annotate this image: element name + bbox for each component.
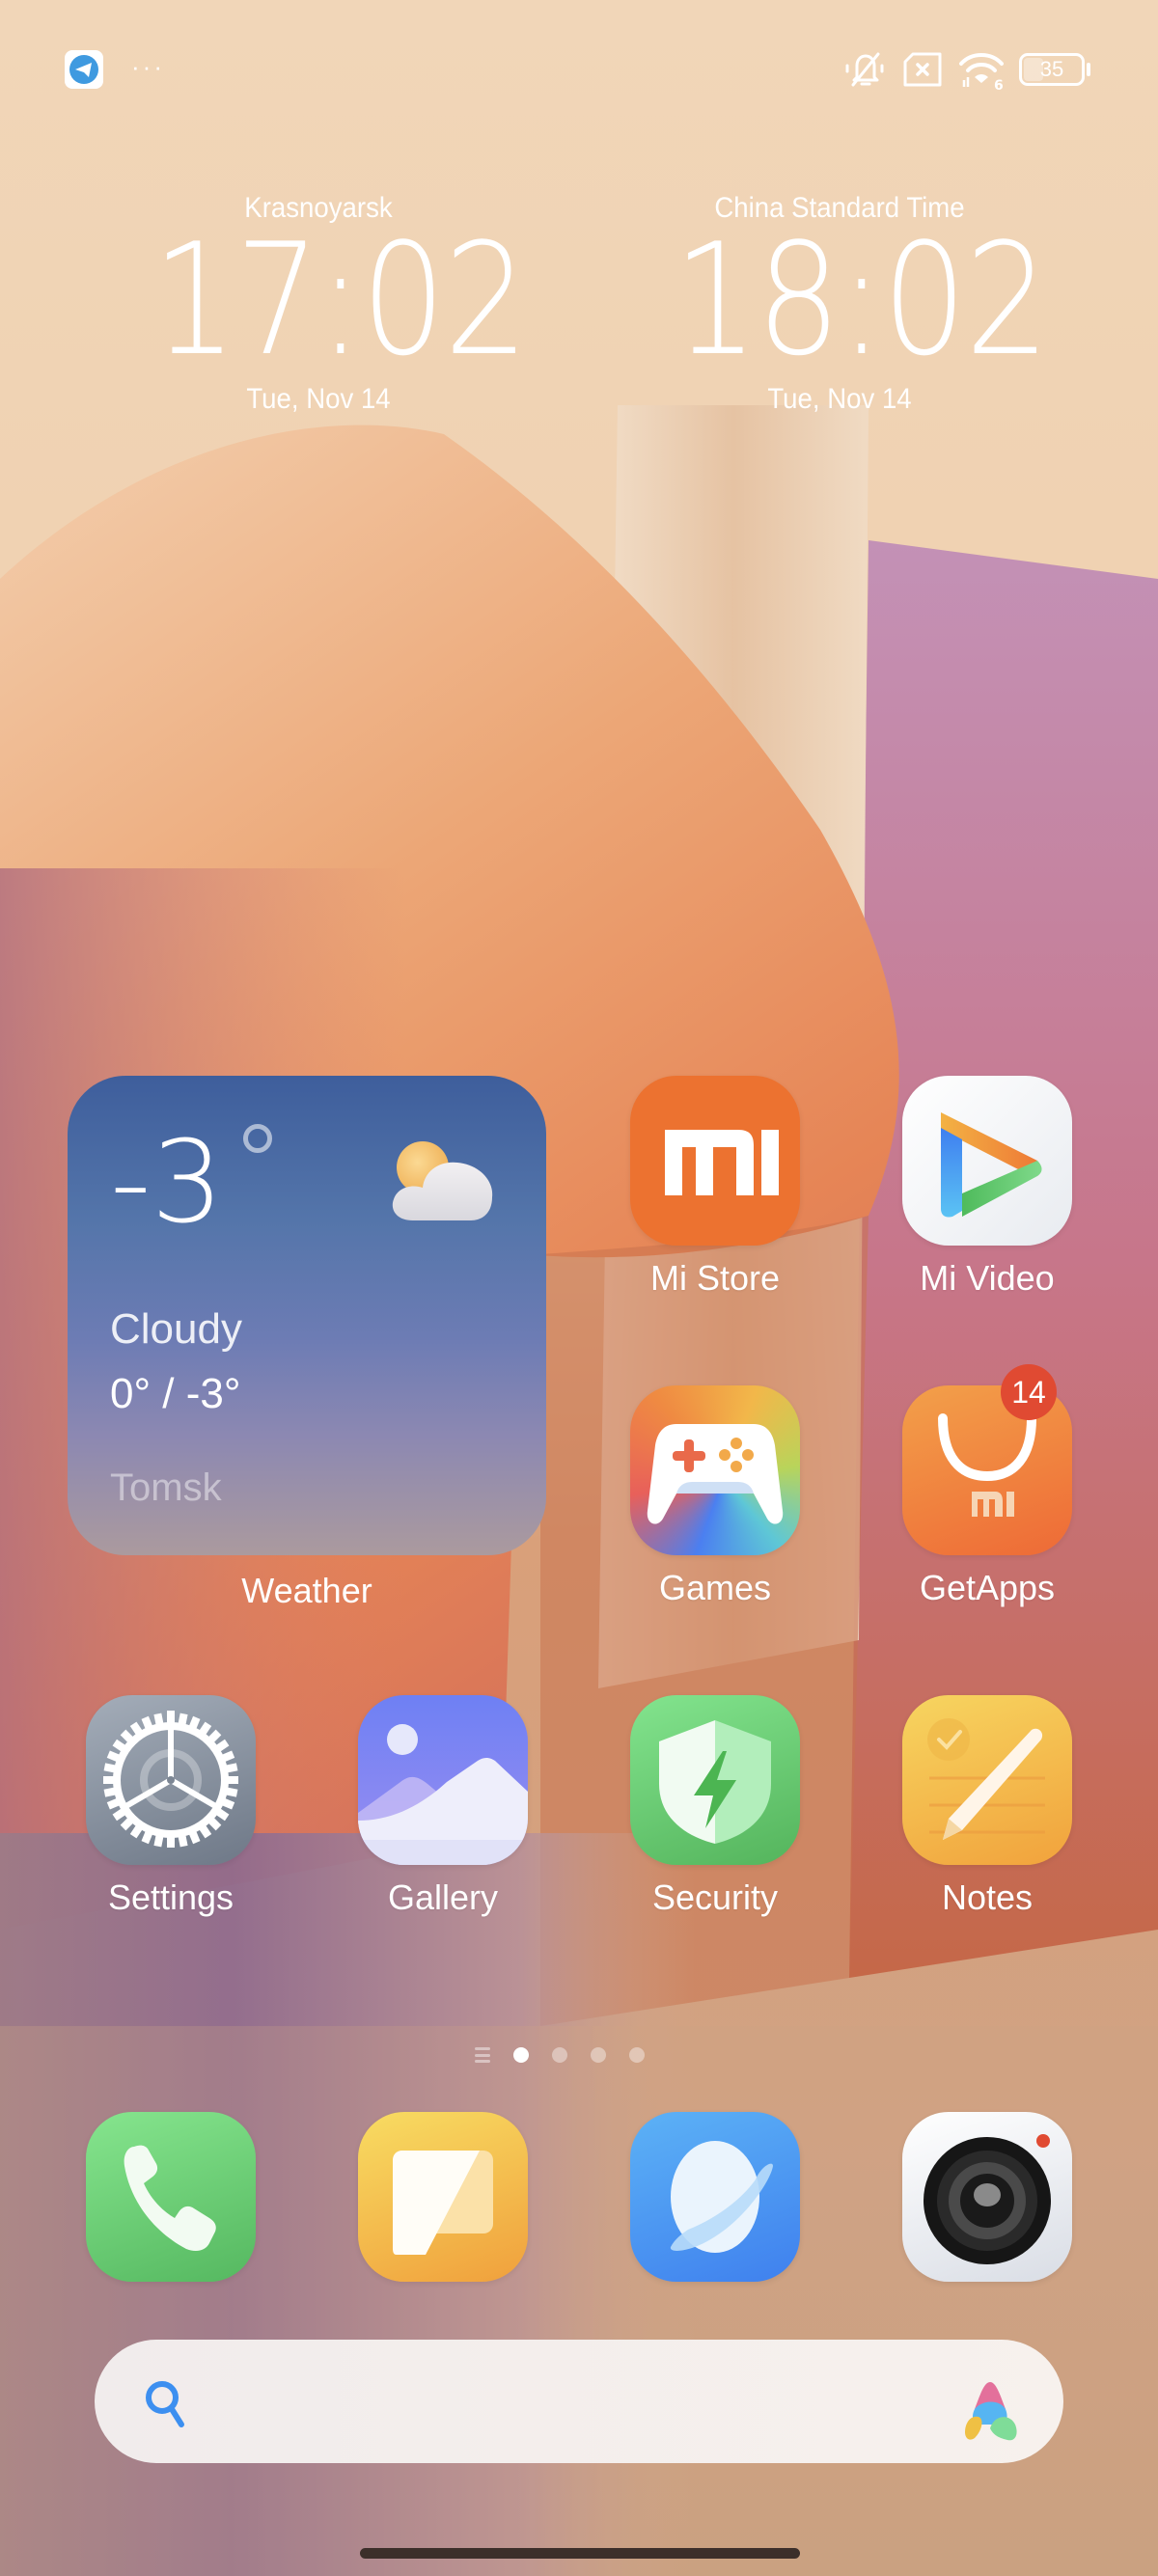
settings-icon [103,1711,238,1848]
more-notifications-icon: ··· [131,52,165,81]
security-icon [659,1720,771,1844]
messaging-icon [393,2151,493,2255]
system-icons: 6 35 [843,48,1090,91]
weather-condition: Cloudy [110,1305,242,1353]
dock-phone[interactable] [55,2112,287,2282]
page-dot-1[interactable] [513,2047,529,2063]
app-list-icon[interactable] [475,2047,490,2063]
phone-icon [124,2145,216,2251]
app-label: GetApps [919,1568,1056,1607]
status-bar: ··· 6 35 [0,48,1158,91]
weather-widget[interactable]: -3 Cloudy 0° / -3° Tomsk [68,1076,546,1555]
clock-time: 17:02 [152,209,529,390]
app-label: Mi Video [920,1258,1055,1298]
clock-date: Tue, Nov 14 [246,383,391,415]
app-label: Mi Store [649,1258,781,1298]
clock-date: Tue, Nov 14 [767,383,912,415]
page-indicator[interactable] [0,2043,1158,2067]
app-label: Security [651,1877,779,1917]
battery-level: 35 [1039,57,1064,81]
app-getapps[interactable]: 14 GetApps [871,1364,1103,1609]
camera-icon [924,2134,1051,2264]
page-dot-3[interactable] [591,2047,606,2063]
clock-krasnoyarsk[interactable]: Krasnoyarsk 17:02 Tue, Nov 14 [125,189,529,419]
page-dot-4[interactable] [629,2047,645,2063]
app-mi-store[interactable]: Mi Store [599,1076,831,1300]
dock-camera[interactable] [871,2112,1103,2282]
mi-video-icon [941,1112,1042,1218]
partly-cloudy-icon [392,1141,493,1220]
weather-widget-label: Weather [241,1571,372,1610]
svg-text:6: 6 [994,78,1004,91]
app-mi-video[interactable]: Mi Video [871,1076,1103,1300]
dock-browser[interactable] [599,2112,831,2282]
app-label: Games [658,1568,772,1607]
wifi-6-icon: 6 [959,53,1004,91]
mi-store-icon [665,1130,779,1195]
no-sim-icon [903,52,942,87]
degree-symbol [243,1124,272,1153]
app-security[interactable]: Security [599,1695,831,1919]
weather-location: Tomsk [110,1466,222,1509]
clock-time: 18:02 [674,209,1050,390]
silent-mode-icon [845,52,884,87]
page-dot-2[interactable] [552,2047,567,2063]
weather-range: 0° / -3° [110,1370,241,1417]
dock-messaging[interactable] [327,2112,559,2282]
clock-china[interactable]: China Standard Time 18:02 Tue, Nov 14 [647,189,1050,419]
home-indicator[interactable] [360,2548,800,2559]
gallery-icon [358,1724,528,1865]
browser-icon [670,2141,773,2253]
games-icon [647,1424,784,1524]
assistant-icon[interactable] [955,2380,1025,2442]
app-label: Gallery [387,1877,499,1917]
app-games[interactable]: Games [599,1385,831,1609]
app-gallery[interactable]: Gallery [327,1695,559,1919]
weather-temperature: -3 [110,1115,224,1248]
notes-icon [927,1718,1045,1840]
app-notes[interactable]: Notes [871,1695,1103,1919]
app-label: Notes [941,1877,1034,1917]
notification-badge: 14 [1001,1364,1057,1420]
battery-icon: 35 [1019,53,1090,86]
search-icon [146,2381,184,2427]
telegram-icon [65,50,103,89]
app-label: Settings [107,1877,234,1917]
app-settings[interactable]: Settings [55,1695,287,1919]
search-bar[interactable] [95,2340,1063,2463]
